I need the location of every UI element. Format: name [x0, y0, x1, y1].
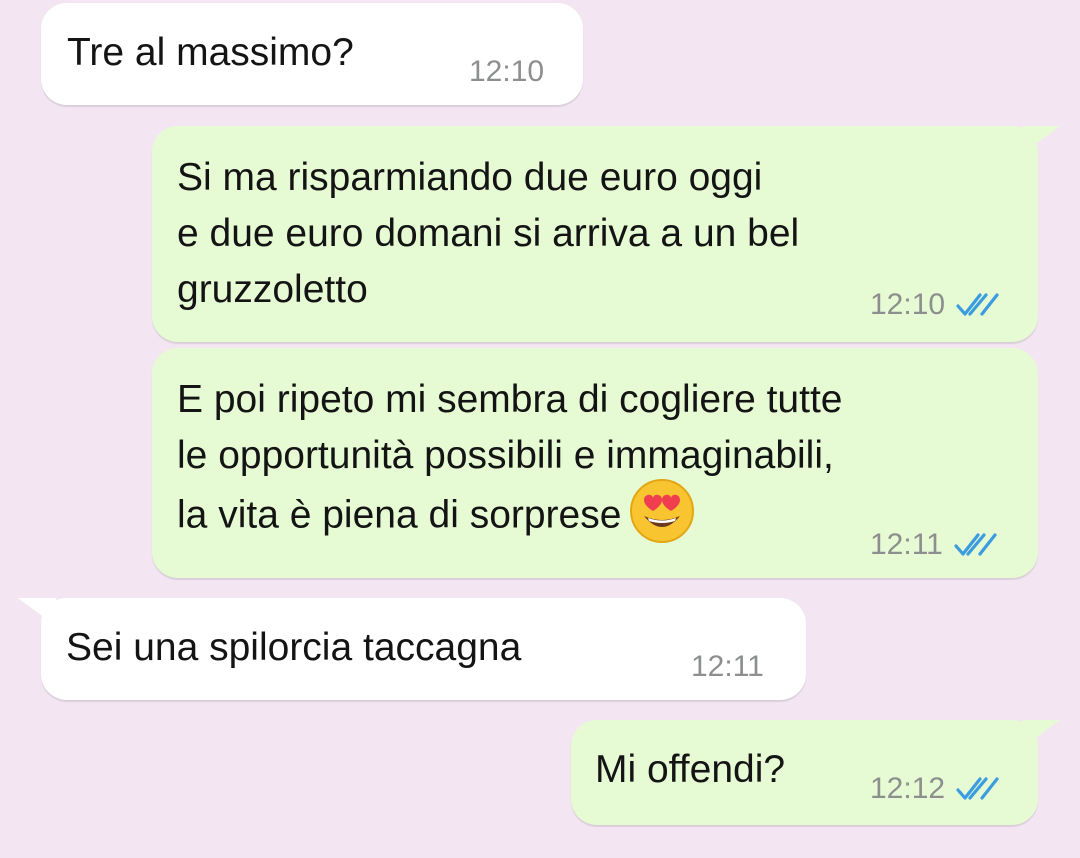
message-text: E poi ripeto mi sembra di cogliere tutte… — [177, 372, 842, 550]
message-meta: 12:11 — [870, 528, 997, 562]
message-timestamp: 12:10 — [469, 55, 545, 88]
message-meta: 12:11 — [691, 650, 764, 684]
message-meta: 12:10 — [469, 55, 544, 89]
read-double-check-icon — [954, 533, 997, 556]
incoming-message-bubble[interactable]: Sei una spilorcia taccagna 12:11 — [41, 598, 806, 700]
read-double-check-icon — [956, 293, 999, 316]
outgoing-message-bubble[interactable]: Mi offendi? 12:12 — [571, 720, 1038, 825]
message-text-content: E poi ripeto mi sembra di cogliere tutte… — [177, 378, 843, 537]
outgoing-message-bubble[interactable]: E poi ripeto mi sembra di cogliere tutte… — [152, 348, 1038, 578]
outgoing-message-bubble[interactable]: Si ma risparmiando due euro oggi e due e… — [152, 126, 1038, 342]
message-meta: 12:12 — [870, 772, 999, 806]
read-double-check-icon — [956, 777, 999, 800]
message-timestamp: 12:12 — [870, 772, 946, 805]
message-meta: 12:10 — [870, 288, 999, 322]
message-timestamp: 12:10 — [870, 288, 946, 321]
incoming-bubble-tail — [18, 598, 56, 626]
outgoing-bubble-tail — [1022, 720, 1060, 748]
message-timestamp: 12:11 — [870, 528, 943, 561]
message-text: Sei una spilorcia taccagna — [66, 626, 522, 669]
message-text: Si ma risparmiando due euro oggi e due e… — [177, 156, 800, 311]
smiling-face-with-heart-eyes-icon — [630, 479, 695, 543]
message-timestamp: 12:11 — [691, 650, 764, 683]
chat-view[interactable]: Tre al massimo? 12:10 Si ma risparmiando… — [0, 0, 1080, 858]
message-text: Mi offendi? — [595, 748, 786, 791]
message-text: Tre al massimo? — [67, 31, 354, 74]
incoming-message-bubble[interactable]: Tre al massimo? 12:10 — [41, 3, 583, 105]
outgoing-bubble-tail — [1022, 126, 1060, 154]
